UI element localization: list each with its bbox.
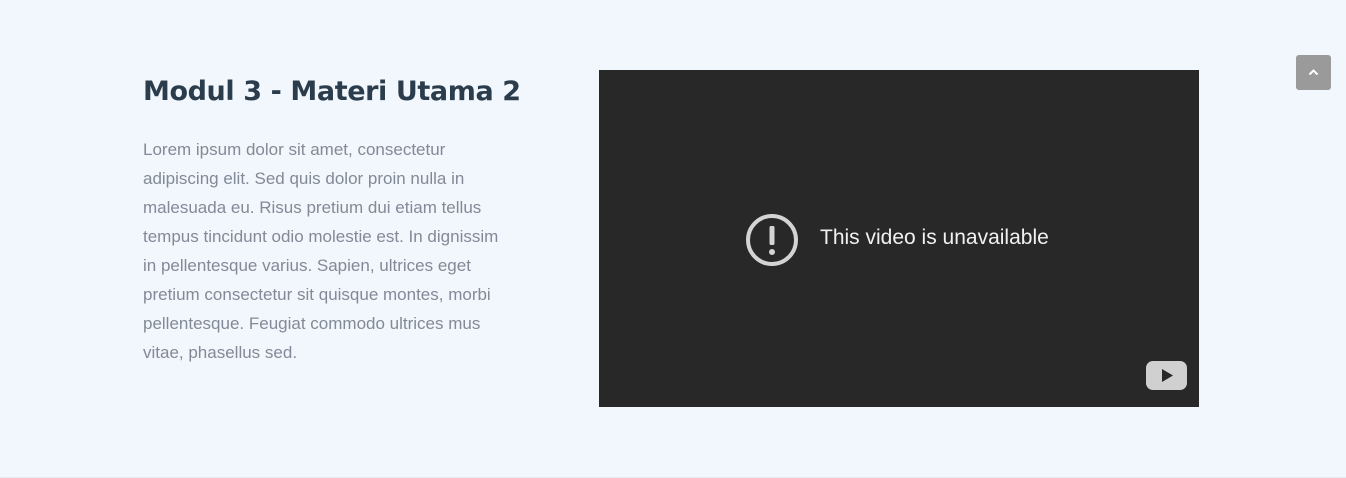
chevron-up-icon (1308, 69, 1319, 76)
module-section: Modul 3 - Materi Utama 2 Lorem ipsum dol… (143, 70, 1199, 407)
video-unavailable-message: This video is unavailable (820, 226, 1049, 249)
video-player[interactable]: This video is unavailable (599, 70, 1199, 407)
youtube-logo-icon[interactable] (1146, 361, 1187, 390)
module-title: Modul 3 - Materi Utama 2 (143, 76, 521, 107)
module-description: Lorem ipsum dolor sit amet, consectetur … (143, 140, 499, 362)
alert-circle-icon (746, 214, 798, 266)
module-text-column: Modul 3 - Materi Utama 2 Lorem ipsum dol… (143, 70, 523, 367)
scroll-to-top-button[interactable] (1296, 55, 1331, 90)
